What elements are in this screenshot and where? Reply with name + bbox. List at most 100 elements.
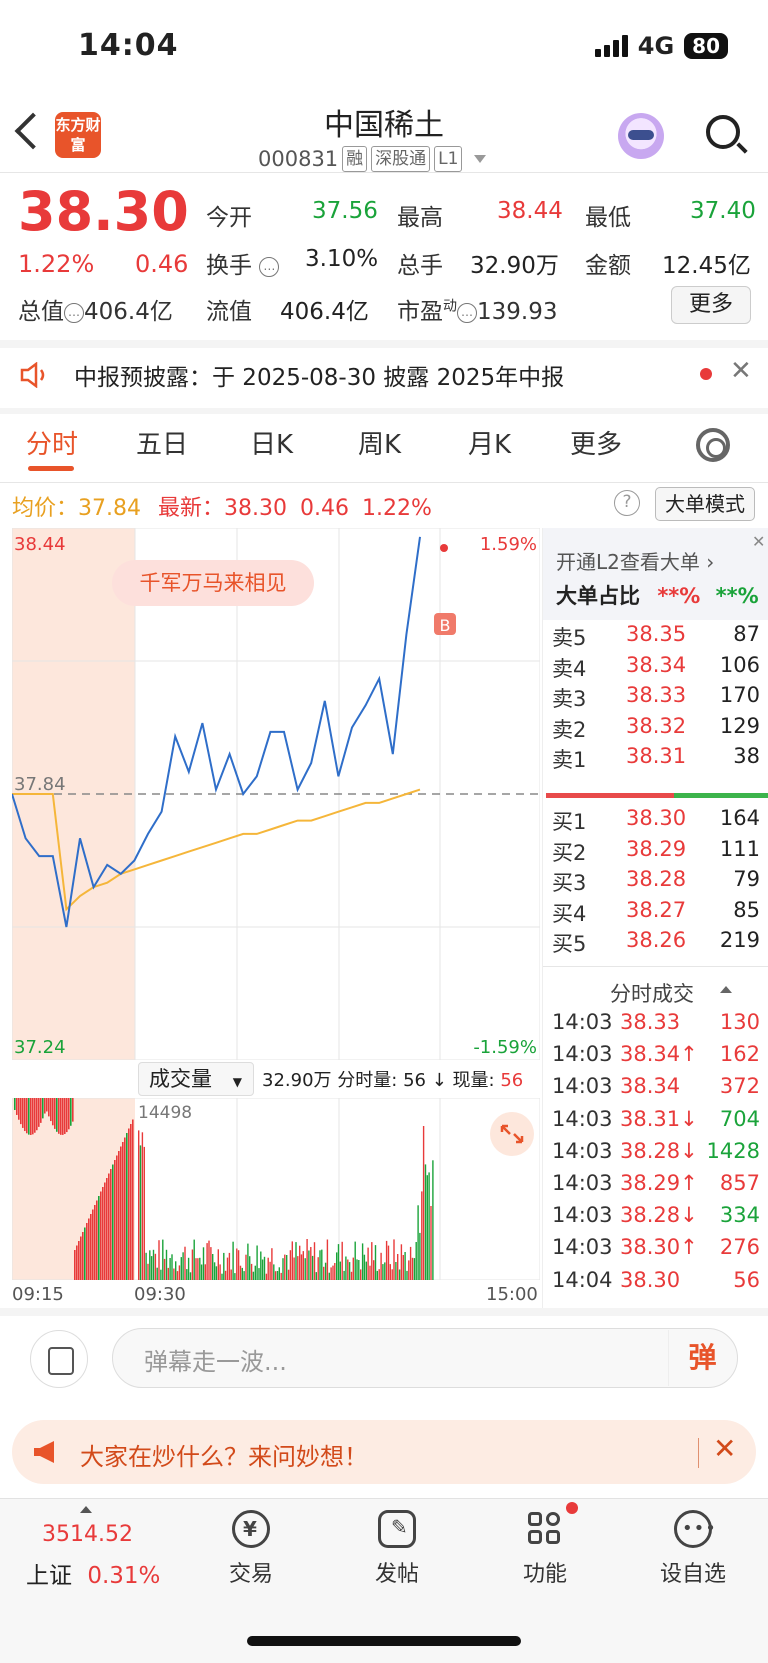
ask-level: 卖5 [552, 626, 587, 650]
bid-row[interactable]: 买3 38.28 79 [552, 867, 760, 897]
volume-bar [299, 1245, 301, 1280]
latest-label: 最新： [158, 496, 225, 521]
nav-add-watchlist[interactable]: ••• 设自选 [638, 1510, 748, 1588]
big-ratio-buy: **% [657, 584, 701, 608]
bid-row[interactable]: 买2 38.29 111 [552, 837, 760, 867]
pe-value: 139.93 [477, 299, 558, 325]
volume-bar [369, 1265, 371, 1280]
chevron-up-icon[interactable] [720, 986, 732, 993]
danmaku-send-button[interactable]: 弹 [668, 1330, 736, 1386]
chevron-down-icon[interactable] [474, 155, 487, 163]
close-icon[interactable]: ✕ [713, 1432, 736, 1465]
x-tick-end: 15:00 [486, 1284, 538, 1305]
more-button[interactable]: 更多 [671, 286, 751, 324]
volume-bar [347, 1259, 349, 1280]
ticks-title[interactable]: 分时成交 [610, 978, 694, 1008]
ask-row[interactable]: 卖2 38.32 129 [552, 714, 760, 744]
auction-volume-bar [62, 1098, 64, 1135]
announcement-text[interactable]: 中报预披露：于 2025-08-30 披露 2025年中报 [74, 358, 564, 392]
ask-row[interactable]: 卖4 38.34 106 [552, 653, 760, 683]
search-icon[interactable] [706, 115, 740, 149]
volume-bar [245, 1254, 247, 1280]
bid-row[interactable]: 买5 38.26 219 [552, 928, 760, 958]
tick-price: 38.34↑ [620, 1042, 698, 1067]
tick-row: 14:03 38.34 372 [552, 1074, 760, 1106]
compose-icon[interactable] [30, 1330, 88, 1388]
speaker-icon [20, 362, 45, 388]
close-icon[interactable]: ✕ [730, 356, 752, 386]
divider [0, 340, 768, 348]
volume-bar [387, 1245, 390, 1280]
indicator-select[interactable]: 成交量 ▼ [138, 1062, 254, 1096]
chart-legend: 均价：37.84 最新：38.30 0.46 1.22% [12, 490, 432, 522]
volume-bar [280, 1272, 282, 1280]
auction-volume-bar [122, 1142, 124, 1280]
tab-intraday[interactable]: 分时 [26, 424, 78, 461]
ask-volume: 87 [733, 622, 760, 646]
index-percent: 0.31% [87, 1563, 161, 1589]
chevron-up-icon[interactable] [80, 1506, 92, 1513]
tick-time: 14:03 [552, 1106, 613, 1131]
index-value[interactable]: 3514.52 [42, 1522, 133, 1547]
bid-volume: 164 [719, 806, 760, 830]
help-icon[interactable]: ? [614, 490, 640, 516]
low-value: 37.40 [690, 198, 756, 224]
high-label: 最高 [397, 205, 443, 231]
info-icon[interactable]: … [457, 303, 477, 323]
gear-icon[interactable] [696, 428, 730, 462]
change-percent: 1.22% [18, 250, 95, 278]
big-order-mode-button[interactable]: 大单模式 [655, 487, 755, 521]
tab-more[interactable]: 更多 [570, 424, 622, 461]
volume-bar [380, 1252, 382, 1280]
divider [0, 1308, 768, 1316]
tab-weekly-k[interactable]: 周K [358, 424, 401, 461]
bid-volume: 79 [733, 867, 760, 891]
volume-bar [149, 1250, 151, 1280]
bid-level: 买3 [552, 871, 587, 895]
volume-bar [228, 1252, 231, 1280]
nav-functions[interactable]: 功能 [490, 1502, 600, 1588]
bid-row[interactable]: 买4 38.27 85 [552, 898, 760, 928]
volume-chart[interactable]: 14498 [12, 1098, 540, 1280]
auction-volume-bar [102, 1187, 104, 1280]
volume-bar [308, 1250, 310, 1280]
expand-icon[interactable] [490, 1112, 534, 1156]
intraday-price-chart[interactable]: 千军万马来相见 B 38.44 37.84 37.24 1.59% -1.59% [12, 528, 540, 1060]
info-icon[interactable]: … [259, 257, 280, 277]
auction-volume-bar [118, 1151, 120, 1280]
assistant-avatar-icon[interactable] [618, 113, 664, 159]
volume-bar [273, 1264, 275, 1280]
volume-bar [376, 1270, 378, 1280]
bid-row[interactable]: 买1 38.30 164 [552, 806, 760, 836]
close-icon[interactable]: ✕ [752, 532, 765, 551]
tab-monthly-k[interactable]: 月K [468, 424, 511, 461]
pe-label: 市盈动… 139.93 [397, 292, 557, 326]
info-icon[interactable]: … [64, 303, 84, 323]
volume-bar [271, 1248, 273, 1280]
ask-row[interactable]: 卖3 38.33 170 [552, 683, 760, 713]
nav-post-label: 发帖 [374, 1562, 419, 1587]
volume-bar [361, 1243, 364, 1280]
ask-row[interactable]: 卖5 38.35 87 [552, 622, 760, 652]
tick-price: 38.28↓ [620, 1203, 698, 1228]
volume-bar [178, 1265, 181, 1280]
volume-bar [348, 1262, 351, 1280]
volume-bar [371, 1242, 373, 1280]
ask-row[interactable]: 卖1 38.31 38 [552, 744, 760, 774]
tick-time: 14:03 [552, 1138, 613, 1163]
volume-bar [199, 1257, 201, 1280]
nav-post[interactable]: ✎ 发帖 [342, 1510, 452, 1588]
auction-volume-bar [14, 1098, 16, 1110]
index-ticker[interactable]: 上证 0.31% [26, 1556, 160, 1590]
volume-bar [398, 1269, 401, 1280]
tab-daily-k[interactable]: 日K [250, 424, 293, 461]
nav-trade[interactable]: ¥ 交易 [196, 1510, 306, 1588]
y-tick-mid: 37.84 [14, 774, 66, 795]
banner-text[interactable]: 大家在炒什么？来问妙想！ [80, 1437, 368, 1472]
ask-volume: 38 [733, 744, 760, 768]
low-label: 最低 [585, 205, 631, 231]
tick-time: 14:03 [552, 1203, 613, 1228]
stock-subtitle[interactable]: 000831 融 深股通 L1 [258, 146, 487, 172]
tab-five-day[interactable]: 五日 [136, 424, 188, 461]
l2-link[interactable]: 开通L2查看大单 › [556, 546, 714, 575]
